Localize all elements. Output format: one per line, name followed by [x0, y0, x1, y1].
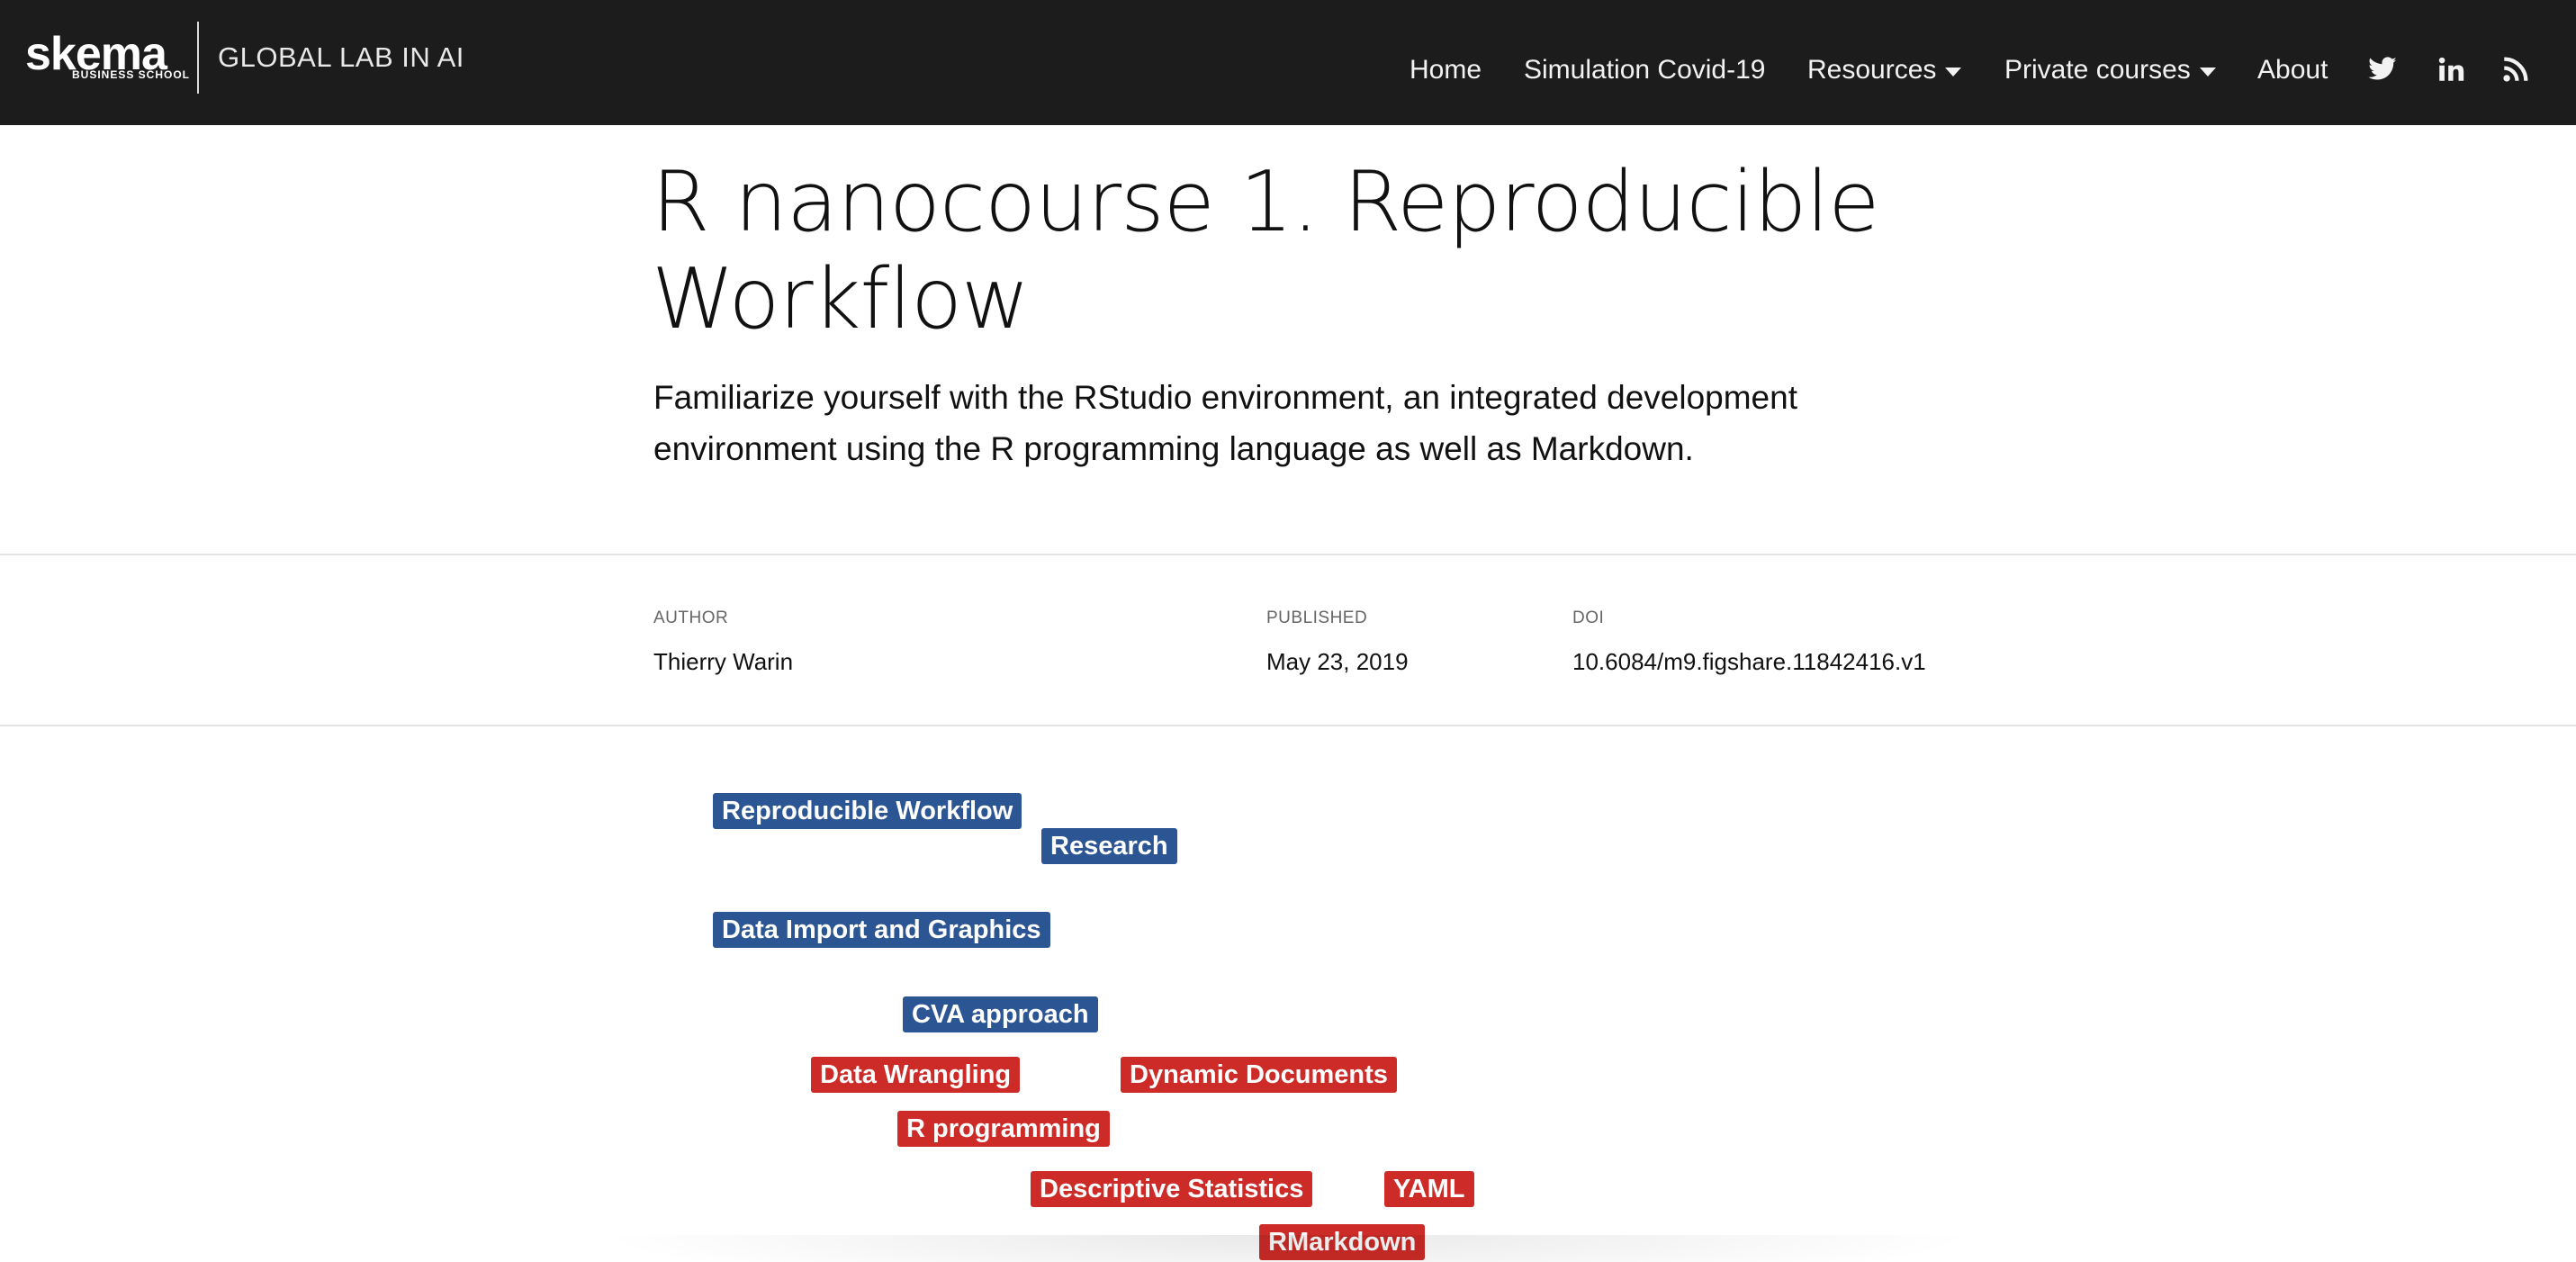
- nav-resources-label: Resources: [1807, 55, 1937, 85]
- tag-descriptive-statistics[interactable]: Descriptive Statistics: [1031, 1171, 1313, 1207]
- author-name: Thierry Warin: [653, 648, 794, 675]
- divider-bottom: [0, 725, 2576, 726]
- article-title: R nanocourse 1. Reproducible Workflow: [652, 153, 1912, 347]
- article-subtitle-line-1: Familiarize yourself with the RStudio en…: [653, 379, 1797, 416]
- article-title-line-2: Workflow: [652, 250, 1030, 347]
- tag-reproducible-workflow[interactable]: Reproducible Workflow: [713, 793, 1022, 829]
- logo-divider: [197, 22, 199, 94]
- article-title-line-1: R nanocourse 1. Reproducible: [652, 153, 1880, 250]
- nav-about-label: About: [2257, 55, 2328, 85]
- twitter-icon[interactable]: [2367, 54, 2398, 85]
- divider-top: [0, 554, 2576, 555]
- tag-dynamic-documents[interactable]: Dynamic Documents: [1121, 1057, 1397, 1093]
- nav-home-label: Home: [1410, 55, 1482, 85]
- published-label: PUBLISHED: [1266, 608, 1368, 627]
- nav-private-courses[interactable]: Private courses: [2004, 52, 2216, 88]
- tag-data-import-and-graphics[interactable]: Data Import and Graphics: [713, 912, 1050, 948]
- chevron-down-icon: [2199, 68, 2216, 77]
- tag-cva-approach[interactable]: CVA approach: [903, 996, 1098, 1032]
- logo-subtitle: BUSINESS SCHOOL: [72, 68, 191, 81]
- doi-label: DOI: [1572, 608, 1605, 627]
- tag-r-programming[interactable]: R programming: [897, 1111, 1110, 1147]
- nav-about[interactable]: About: [2257, 52, 2328, 88]
- tag-data-wrangling[interactable]: Data Wrangling: [811, 1057, 1021, 1093]
- site-title[interactable]: GLOBAL LAB IN AI: [218, 41, 464, 74]
- nav-resources[interactable]: Resources: [1807, 52, 1962, 88]
- author-label: AUTHOR: [653, 608, 729, 627]
- chevron-down-icon: [1945, 68, 1962, 77]
- tag-yaml[interactable]: YAML: [1384, 1171, 1474, 1207]
- nav-simulation-covid[interactable]: Simulation Covid-19: [1524, 52, 1765, 88]
- article-subtitle: Familiarize yourself with the RStudio en…: [653, 372, 1932, 474]
- top-navbar: skema BUSINESS SCHOOL GLOBAL LAB IN AI H…: [0, 0, 2576, 125]
- doi-link[interactable]: 10.6084/m9.figshare.11842416.v1: [1572, 648, 1926, 676]
- article-subtitle-line-2: environment using the R programming lang…: [653, 430, 1694, 467]
- tag-research[interactable]: Research: [1041, 828, 1177, 864]
- rss-icon[interactable]: [2500, 54, 2531, 85]
- nav-private-courses-label: Private courses: [2004, 55, 2191, 85]
- linkedin-icon[interactable]: [2436, 54, 2466, 85]
- content-card-shadow: [594, 1235, 1980, 1262]
- nav-simulation-covid-label: Simulation Covid-19: [1524, 55, 1766, 85]
- published-date: May 23, 2019: [1266, 648, 1409, 675]
- nav-home[interactable]: Home: [1410, 52, 1482, 88]
